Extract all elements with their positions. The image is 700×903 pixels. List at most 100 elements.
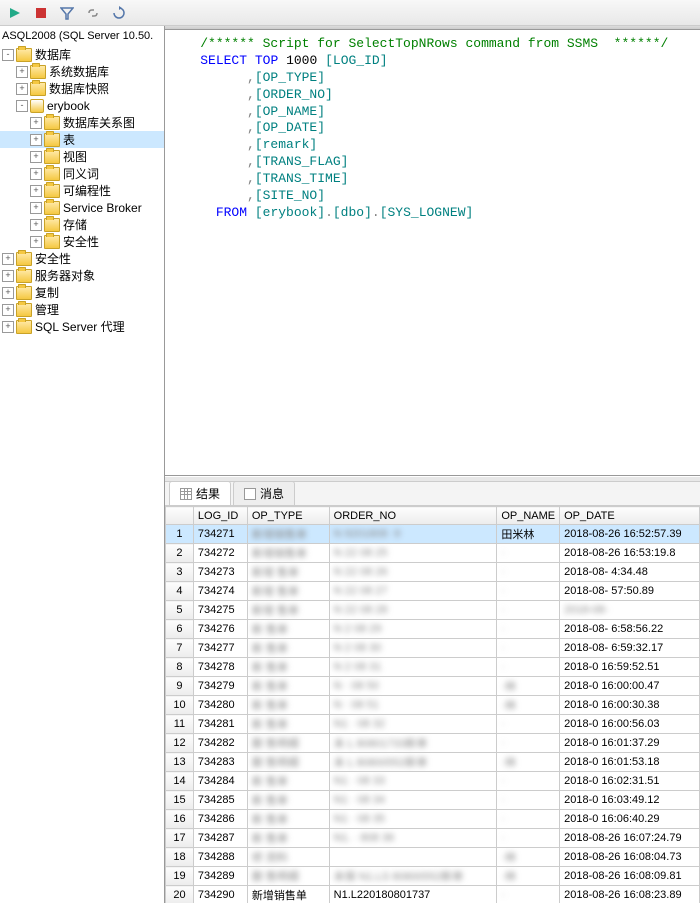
tree-item-label: erybook <box>47 99 90 113</box>
tree-item-13[interactable]: +服务器对象 <box>0 267 164 284</box>
table-row[interactable]: 12734282删 售明细未 L 80801733新单·2018-0 16:01… <box>166 734 700 753</box>
expand-icon[interactable]: + <box>30 151 42 163</box>
tree-item-12[interactable]: + 安全性 <box>0 250 164 267</box>
expand-icon[interactable]: + <box>2 287 14 299</box>
tree-item-14[interactable]: +复制 <box>0 284 164 301</box>
cell: 2018-0 16:01:37.29 <box>560 734 700 753</box>
table-row[interactable]: 9734279新 售单N · 08 50·林2018-0 16:00:00.47 <box>166 677 700 696</box>
tree-item-9[interactable]: +Service Broker <box>0 199 164 216</box>
cell: 734271 <box>193 525 247 544</box>
expand-icon[interactable]: + <box>30 202 42 214</box>
tree-item-label: 视图 <box>63 148 87 165</box>
expand-icon[interactable]: + <box>30 219 42 231</box>
tab-results[interactable]: 结果 <box>169 481 231 505</box>
tree-item-4[interactable]: +数据库关系图 <box>0 114 164 131</box>
cell: 新增销售单 <box>247 544 329 563</box>
tree-item-7[interactable]: +同义词 <box>0 165 164 182</box>
link-icon[interactable] <box>82 2 104 24</box>
refresh-icon[interactable] <box>108 2 130 24</box>
tree-item-15[interactable]: +管理 <box>0 301 164 318</box>
column-header[interactable]: LOG_ID <box>193 507 247 525</box>
table-row[interactable]: 11734281新 售单N1 · 08 32·2018-0 16:00:56.0… <box>166 715 700 734</box>
column-header[interactable]: OP_NAME <box>497 507 560 525</box>
cell: 删 售明细 <box>247 734 329 753</box>
column-header[interactable]: ORDER_NO <box>329 507 497 525</box>
table-row[interactable]: 1734271新增销售单N 9201808 ·9田米林2018-08-26 16… <box>166 525 700 544</box>
expand-icon[interactable]: + <box>16 83 28 95</box>
tree-item-16[interactable]: + SQL Server 代理 <box>0 318 164 335</box>
sql-editor[interactable]: /****** Script for SelectTopNRows comman… <box>165 30 700 476</box>
cell: 新 售单 <box>247 772 329 791</box>
expand-icon[interactable]: + <box>30 236 42 248</box>
tab-messages[interactable]: 消息 <box>233 481 295 505</box>
expand-icon[interactable]: + <box>2 321 14 333</box>
expand-icon[interactable]: + <box>2 270 14 282</box>
cell: 734281 <box>193 715 247 734</box>
table-row[interactable]: 7734277新 售单N 2 08 30·2018-08- 6:59:32.17 <box>166 639 700 658</box>
cell: 734275 <box>193 601 247 620</box>
column-header[interactable]: OP_DATE <box>560 507 700 525</box>
table-row[interactable]: 17734287新 售单N1. · 808 36·2018-08-26 16:0… <box>166 829 700 848</box>
cell: 2018-0 16:03:49.12 <box>560 791 700 810</box>
expand-icon[interactable]: + <box>16 66 28 78</box>
tree-item-0[interactable]: -数据库 <box>0 46 164 63</box>
folder-icon <box>44 235 60 249</box>
cell: 1 <box>166 525 194 544</box>
table-row[interactable]: 14734284新 售单N1 · 08 33·2018-0 16:02:31.5… <box>166 772 700 791</box>
expand-icon[interactable]: - <box>2 49 14 61</box>
cell: 14 <box>166 772 194 791</box>
cell: 734274 <box>193 582 247 601</box>
tree-item-8[interactable]: +可编程性 <box>0 182 164 199</box>
cell: · <box>497 620 560 639</box>
cell: 9 <box>166 677 194 696</box>
column-header[interactable]: OP_TYPE <box>247 507 329 525</box>
results-grid-wrap[interactable]: LOG_IDOP_TYPEORDER_NOOP_NAMEOP_DATE 1734… <box>165 506 700 903</box>
table-row[interactable]: 3734273新增 售单N 22 08 26·2018-08- 4:34.48 <box>166 563 700 582</box>
table-row[interactable]: 2734272新增销售单N 22 08 25·2018-08-26 16:53:… <box>166 544 700 563</box>
tree-item-label: 安全性 <box>35 250 71 267</box>
expand-icon[interactable]: - <box>16 100 28 112</box>
cell: · <box>497 715 560 734</box>
table-row[interactable]: 19734289删 售明细未保 N1.LS 80800552新单·林2018-0… <box>166 867 700 886</box>
expand-icon[interactable]: + <box>30 134 42 146</box>
cell: · <box>497 791 560 810</box>
table-row[interactable]: 16734286新 售单N1 · 08 35·2018-0 16:06:40.2… <box>166 810 700 829</box>
tree-item-6[interactable]: + 视图 <box>0 148 164 165</box>
expand-icon[interactable]: + <box>2 304 14 316</box>
tree-item-3[interactable]: - erybook <box>0 97 164 114</box>
table-row[interactable]: 6734276新 售单N 2 08 29·2018-08- 6:58:56.22 <box>166 620 700 639</box>
cell: · <box>497 563 560 582</box>
cell: 未 L 80800552新单 <box>329 753 497 772</box>
stop-icon[interactable] <box>30 2 52 24</box>
cell: · <box>497 639 560 658</box>
table-row[interactable]: 15734285新 售单N1 · 08 34·2018-0 16:03:49.1… <box>166 791 700 810</box>
folder-icon <box>44 218 60 232</box>
cell: 新 售单 <box>247 696 329 715</box>
table-row[interactable]: 4734274新增 售单N 22 08 27·2018-08- 57:50.89 <box>166 582 700 601</box>
cell: 未 L 80801733新单 <box>329 734 497 753</box>
table-row[interactable]: 18734288修 资料·林2018-08-26 16:08:04.73 <box>166 848 700 867</box>
execute-icon[interactable] <box>4 2 26 24</box>
expand-icon[interactable]: + <box>30 185 42 197</box>
table-row[interactable]: 5734275新增 售单N 22 08 28·2018-08- <box>166 601 700 620</box>
column-header[interactable] <box>166 507 194 525</box>
tree-item-2[interactable]: +数据库快照 <box>0 80 164 97</box>
tree: -数据库+系统数据库+数据库快照-erybook+数据库关系图+表+视图+同义词… <box>0 46 164 335</box>
cell: 新 售单 <box>247 791 329 810</box>
table-row[interactable]: 8734278新 售单N 2 08 31·2018-0 16:59:52.51 <box>166 658 700 677</box>
cell: 2018-0 16:59:52.51 <box>560 658 700 677</box>
table-row[interactable]: 20734290新增销售单N1.L220180801737·2018-08-26… <box>166 886 700 903</box>
tree-item-11[interactable]: +安全性 <box>0 233 164 250</box>
tree-item-10[interactable]: +存储 <box>0 216 164 233</box>
expand-icon[interactable]: + <box>2 253 14 265</box>
expand-icon[interactable]: + <box>30 117 42 129</box>
filter-icon[interactable] <box>56 2 78 24</box>
table-row[interactable]: 10734280新 售单N · 08 51·林2018-0 16:00:30.3… <box>166 696 700 715</box>
cell: 3 <box>166 563 194 582</box>
expand-icon[interactable]: + <box>30 168 42 180</box>
cell: 734289 <box>193 867 247 886</box>
table-row[interactable]: 13734283删 售明细未 L 80800552新单·林2018-0 16:0… <box>166 753 700 772</box>
tree-item-label: SQL Server 代理 <box>35 318 125 335</box>
tree-item-1[interactable]: +系统数据库 <box>0 63 164 80</box>
tree-item-5[interactable]: +表 <box>0 131 164 148</box>
